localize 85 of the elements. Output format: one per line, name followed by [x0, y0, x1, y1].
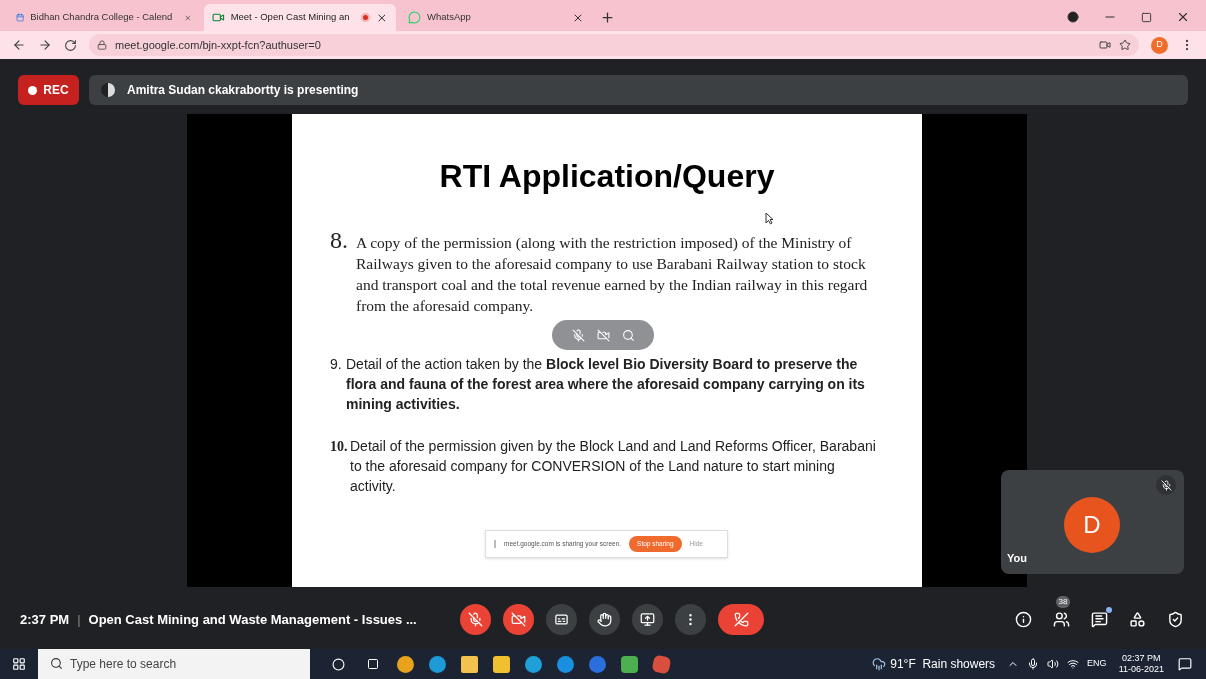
info-icon	[1014, 611, 1032, 628]
close-window-icon[interactable]	[1176, 10, 1190, 24]
taskbar-app-icon[interactable]	[429, 655, 446, 673]
raise-hand-button[interactable]	[589, 604, 620, 635]
windows-start-icon[interactable]	[12, 657, 26, 671]
camera-off-icon[interactable]	[596, 328, 610, 342]
clock-date: 11-06-2021	[1118, 664, 1164, 675]
browser-tab[interactable]: Meet - Open Cast Mining an	[204, 4, 396, 31]
back-icon[interactable]	[12, 38, 26, 52]
presenter-avatar-icon	[101, 83, 115, 97]
browser-tab[interactable]: Bidhan Chandra College - Calend	[8, 4, 200, 31]
item-number: 9.	[330, 355, 343, 374]
participant-avatar: D	[1064, 497, 1120, 553]
separator: |	[77, 610, 81, 629]
slide-title: RTI Application/Query	[439, 157, 775, 196]
activities-icon	[1128, 611, 1146, 628]
slide-controls-overlay[interactable]	[552, 320, 654, 350]
taskbar-app-icon[interactable]	[621, 655, 638, 673]
taskbar-search-field[interactable]: Type here to search	[38, 649, 310, 679]
taskbar-app-icon[interactable]	[493, 655, 510, 673]
tab-title: WhatsApp	[427, 10, 471, 25]
chat-icon	[1090, 611, 1108, 628]
item-text: Detail of the action taken by the Block level Bio Diversity Board to preserve the flora and fauna of the forest area where the aforesaid company carrying on its mining activities.	[346, 355, 866, 414]
camera-off-icon	[511, 612, 526, 627]
present-button[interactable]	[632, 604, 663, 635]
taskbar-app-icon[interactable]	[557, 655, 574, 673]
tab-title: Bidhan Chandra College - Calend	[30, 10, 173, 25]
microphone-icon[interactable]	[1027, 658, 1040, 670]
mic-off-icon	[468, 612, 483, 627]
meeting-time: 2:37 PM	[20, 610, 70, 629]
wifi-icon[interactable]	[1067, 658, 1080, 670]
mouse-pointer-icon	[765, 212, 774, 225]
video-camera-icon	[212, 11, 225, 24]
taskbar-app-icon[interactable]	[651, 653, 672, 675]
camera-off-button[interactable]	[503, 604, 534, 635]
clock-time: 02:37 PM	[1122, 653, 1161, 664]
account-circle-icon[interactable]	[1067, 11, 1079, 23]
item-text: A copy of the permission (along with the restriction imposed) of the Ministry of Railways given to the aforesaid company to use Barabani Railway station to stock and transport coal and the total revenue earned by the Indian railway in this regard from the aforesaid company.	[356, 233, 869, 316]
reload-icon[interactable]	[64, 38, 77, 52]
security-icon	[1166, 611, 1184, 628]
rec-label: REC	[43, 82, 69, 99]
search-icon	[50, 657, 63, 670]
bookmark-star-icon[interactable]	[1119, 39, 1131, 51]
hang-up-button[interactable]	[718, 604, 764, 635]
presenting-text: Amitra Sudan ckakrabortty is presenting	[127, 82, 359, 99]
new-tab-icon[interactable]	[600, 10, 615, 25]
weather-icon	[872, 657, 887, 671]
phone-icon	[733, 612, 749, 627]
more-options-button[interactable]	[675, 604, 706, 635]
taskbar-app-icon[interactable]	[397, 655, 414, 673]
language-indicator[interactable]: ENG	[1087, 657, 1107, 671]
camera-icon[interactable]	[1099, 39, 1111, 51]
item-text: Detail of the permission given by the Block Land and Land Reforms Officer, Barabani to the aforesaid company for CONVERSION of the Land nature to start mining activity.	[350, 437, 876, 496]
present-screen-icon	[640, 612, 655, 627]
captions-button[interactable]	[546, 604, 577, 635]
taskbar-app-icon[interactable]	[525, 655, 542, 673]
participant-name: You	[1007, 550, 1027, 566]
volume-icon[interactable]	[1047, 658, 1060, 670]
task-view-icon[interactable]	[367, 658, 379, 670]
drag-handle-icon[interactable]	[494, 540, 496, 548]
chat-bubble-icon	[408, 11, 421, 24]
tab-title: Meet - Open Cast Mining an	[230, 10, 350, 25]
close-icon[interactable]	[376, 11, 388, 24]
lock-icon	[97, 40, 107, 50]
taskbar-clock[interactable]: 02:37 PM 11-06-2021	[1118, 653, 1164, 675]
hand-icon	[597, 612, 612, 627]
mic-off-button[interactable]	[460, 604, 491, 635]
meeting-title: Open Cast Mining and Waste Management - Issues ...	[88, 610, 417, 629]
item-number: 10.	[330, 438, 349, 456]
taskbar-app-icon[interactable]	[461, 655, 478, 673]
browser-tab[interactable]: WhatsApp	[400, 4, 592, 31]
item-number: 8.	[330, 226, 349, 255]
url-text: meet.google.com/bjn-xxpt-fcn?authuser=0	[115, 37, 321, 53]
notifications-icon[interactable]	[1178, 657, 1192, 671]
cortana-icon[interactable]	[332, 657, 345, 671]
mic-off-icon[interactable]	[571, 328, 585, 342]
forward-icon[interactable]	[38, 38, 52, 52]
captions-icon	[554, 612, 569, 627]
weather-text: 91°F Rain showers	[890, 656, 996, 673]
participant-count-badge: 38	[1056, 595, 1070, 608]
address-bar[interactable]: meet.google.com/bjn-xxpt-fcn?authuser=0	[89, 34, 1139, 56]
zoom-icon[interactable]	[621, 328, 635, 342]
calendar-icon	[16, 11, 25, 24]
maximize-icon[interactable]	[1141, 11, 1152, 23]
people-icon	[1052, 611, 1070, 628]
